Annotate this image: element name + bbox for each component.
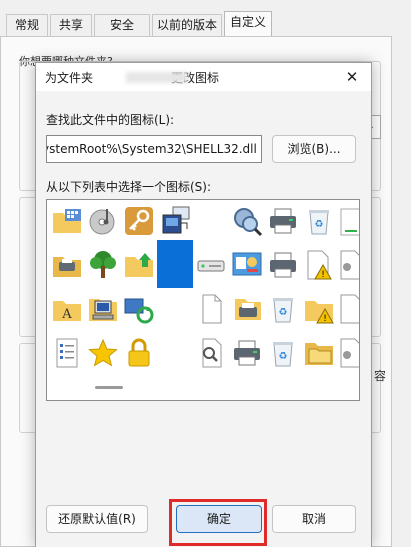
restore-default-button[interactable]: 还原默认值(R) [46,505,148,533]
folder-font-icon[interactable]: A [49,290,85,328]
tab-general[interactable]: 常规 [6,14,48,36]
folder-up-icon[interactable] [121,246,157,284]
doc-partial-icon[interactable] [337,290,359,328]
list-doc-icon[interactable] [49,334,85,372]
drive-icon[interactable] [193,246,229,284]
tab-sharing[interactable]: 共享 [50,14,92,36]
search-doc-icon[interactable] [193,334,229,372]
gear-doc-icon[interactable] [337,246,359,284]
computer-folder-icon[interactable] [85,290,121,328]
printer-icon[interactable] [229,334,265,372]
recycle-bin-full-icon[interactable]: ♻ [265,334,301,372]
svg-text:♻: ♻ [279,351,288,362]
change-icon-dialog: 为文件夹 更改图标 ✕ 查找此文件中的图标(L): %SystemRoot%\Sy… [35,62,372,547]
horizontal-scrollbar-thumb[interactable] [95,386,123,389]
background-tab-strip: 常规 共享 安全 以前的版本 自定义 [0,0,411,37]
recycle-bin-icon[interactable]: ♻ [301,202,337,240]
key-icon[interactable] [121,202,157,240]
browse-button[interactable]: 浏览(B)... [272,135,356,163]
printer-icon[interactable] [265,246,301,284]
background-partial-text: 容 [374,369,387,383]
tab-previous-versions[interactable]: 以前的版本 [152,14,222,36]
folder-folder-icon[interactable] [301,334,337,372]
warning-folder-icon[interactable]: ! [301,290,337,328]
folder-app-icon[interactable] [49,202,85,240]
recycle-bin-partial-icon[interactable] [337,202,359,240]
icon-file-path-input[interactable]: %SystemRoot%\System32\SHELL32.dll [46,135,262,163]
control-panel-icon[interactable] [229,246,265,284]
cancel-button[interactable]: 取消 [272,505,356,533]
tree-icon[interactable] [85,246,121,284]
dialog-titlebar[interactable]: 为文件夹 更改图标 ✕ [36,63,371,91]
svg-text:A: A [61,307,72,322]
printer-icon[interactable] [229,290,265,328]
printer-icon[interactable] [265,202,301,240]
selected-blue-icon[interactable] [157,240,193,288]
cd-drive-icon[interactable] [85,202,121,240]
redacted-folder-name [126,72,188,83]
svg-text:!: ! [321,270,325,280]
svg-text:♻: ♻ [315,219,324,230]
tab-security[interactable]: 安全 [94,14,150,36]
network-search-icon[interactable] [229,202,265,240]
network-computer-icon[interactable] [157,202,193,240]
close-icon[interactable]: ✕ [339,65,365,89]
lock-icon[interactable] [121,334,157,372]
search-file-label: 查找此文件中的图标(L): [46,113,175,127]
star-icon[interactable] [85,334,121,372]
network-sync-icon[interactable] [121,290,157,328]
svg-text:♻: ♻ [279,307,288,318]
ok-button-highlight-box [169,499,267,546]
icon-list[interactable]: ♻ ! A ♻ ! ♻ [46,199,360,401]
document-icon[interactable] [193,290,229,328]
svg-text:!: ! [323,314,327,324]
warning-doc-icon[interactable]: ! [301,246,337,284]
printer-folder-icon[interactable] [49,246,85,284]
icon-list-label: 从以下列表中选择一个图标(S): [46,180,212,194]
gear-doc-icon[interactable] [337,334,359,372]
tab-customize[interactable]: 自定义 [224,11,272,37]
recycle-bin-icon[interactable]: ♻ [265,290,301,328]
